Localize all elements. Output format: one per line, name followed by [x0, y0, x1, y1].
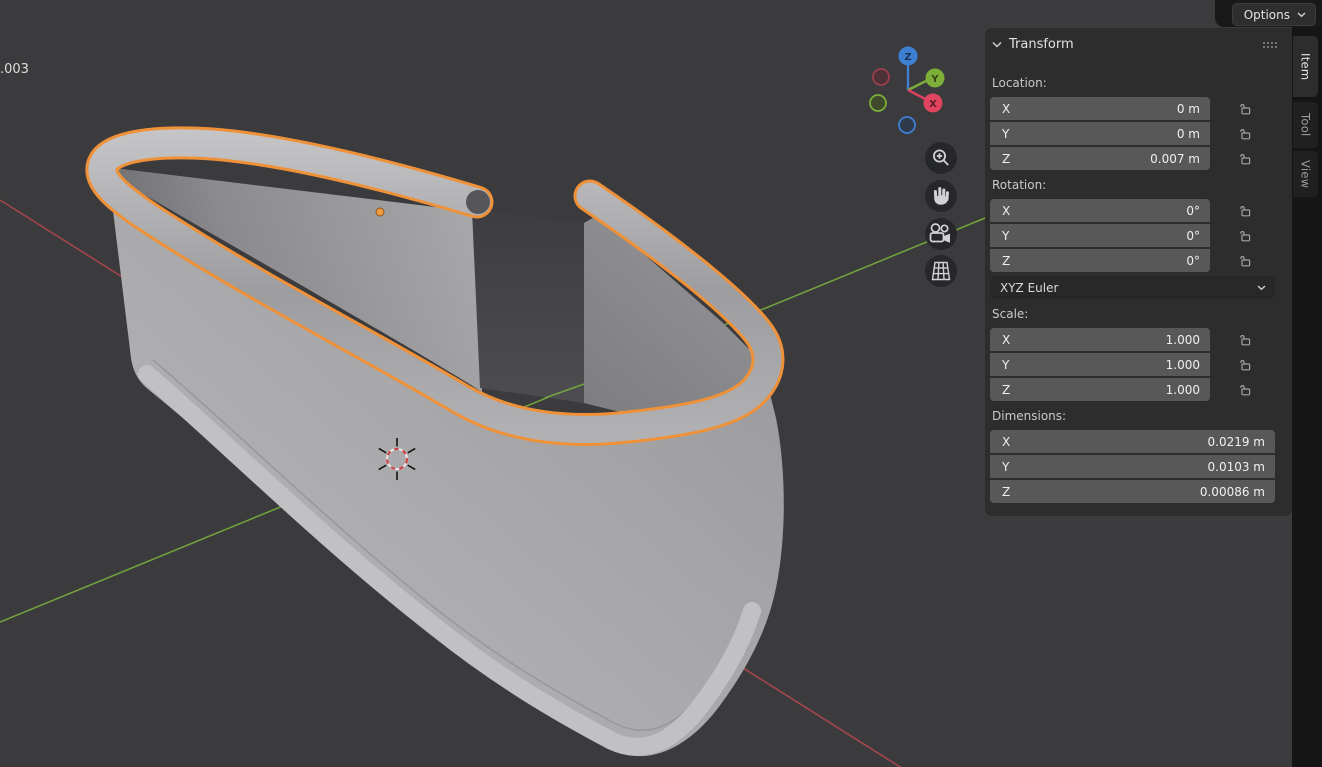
object-origin-dot [376, 208, 384, 216]
axis-label: Y [990, 460, 1009, 474]
options-button-label: Options [1244, 8, 1290, 22]
field-value: 0 m [1177, 102, 1210, 116]
location-z-field[interactable]: Z 0.007 m [990, 147, 1210, 170]
scale-z-field[interactable]: Z 1.000 [990, 378, 1210, 401]
location-x-field[interactable]: X 0 m [990, 97, 1210, 120]
camera-view-button[interactable] [925, 218, 957, 250]
rotation-mode-value: XYZ Euler [990, 281, 1058, 295]
axis-label: Z [990, 254, 1010, 268]
field-value: 0° [1186, 204, 1210, 218]
tab-item-label: Item [1299, 53, 1313, 80]
axis-label: Y [990, 229, 1009, 243]
viewport-nav-buttons [925, 142, 957, 287]
unlock-icon [1237, 332, 1252, 347]
axis-label: X [990, 435, 1010, 449]
panel-title: Transform [1009, 37, 1074, 52]
zoom-button[interactable] [925, 142, 957, 174]
scale-x-field[interactable]: X 1.000 [990, 328, 1210, 351]
transform-panel-header[interactable]: Transform [992, 37, 1074, 52]
dimensions-z-field[interactable]: Z 0.00086 m [990, 480, 1275, 503]
field-value: 0 m [1177, 127, 1210, 141]
chevron-down-icon [1297, 12, 1306, 18]
tab-tool[interactable]: Tool [1293, 102, 1318, 148]
tube-end-cap [466, 190, 490, 214]
gizmo-z-label: Z [904, 52, 911, 63]
chevron-down-icon [1257, 285, 1266, 291]
field-value: 0.0219 m [1208, 435, 1276, 449]
dimensions-section-label: Dimensions: [992, 409, 1066, 423]
axis-label: X [990, 204, 1010, 218]
scale-section-label: Scale: [992, 307, 1028, 321]
unlock-icon [1237, 151, 1252, 166]
field-value: 0.007 m [1150, 152, 1210, 166]
gizmo-y-label: Y [930, 74, 939, 85]
gizmo-neg-y-ball[interactable] [870, 95, 886, 111]
unlock-icon [1237, 382, 1252, 397]
field-value: 1.000 [1166, 333, 1210, 347]
field-value: 0° [1186, 229, 1210, 243]
field-value: 0° [1186, 254, 1210, 268]
axis-label: Z [990, 485, 1010, 499]
toggle-perspective-button[interactable] [925, 255, 957, 287]
slot-shadow-panel [472, 210, 584, 403]
rotation-section-label: Rotation: [992, 178, 1046, 192]
field-value: 1.000 [1166, 358, 1210, 372]
scale-z-lock[interactable] [1235, 378, 1253, 401]
tab-view-label: View [1299, 160, 1313, 189]
tab-view[interactable]: View [1293, 151, 1318, 197]
unlock-icon [1237, 203, 1252, 218]
axis-label: X [990, 333, 1010, 347]
unlock-icon [1237, 228, 1252, 243]
axis-label: Z [990, 383, 1010, 397]
sidebar-tab-column: Item Tool View [1292, 27, 1322, 767]
field-value: 0.00086 m [1200, 485, 1275, 499]
field-value: 0.0103 m [1208, 460, 1276, 474]
unlock-icon [1237, 357, 1252, 372]
location-y-field[interactable]: Y 0 m [990, 122, 1210, 145]
panel-collapse-chevron-icon[interactable] [992, 41, 1002, 48]
tab-tool-label: Tool [1299, 113, 1313, 137]
transform-panel: Transform Location: X 0 m Y 0 m Z 0.007 … [985, 28, 1292, 516]
pan-button[interactable] [925, 180, 957, 212]
dimensions-y-field[interactable]: Y 0.0103 m [990, 455, 1275, 478]
rotation-x-lock[interactable] [1235, 199, 1253, 222]
dimensions-x-field[interactable]: X 0.0219 m [990, 430, 1275, 453]
scale-y-field[interactable]: Y 1.000 [990, 353, 1210, 376]
orientation-gizmo[interactable]: Z Y X [870, 47, 945, 134]
gizmo-neg-x-ball[interactable] [873, 69, 889, 85]
unlock-icon [1237, 253, 1252, 268]
scale-x-lock[interactable] [1235, 328, 1253, 351]
unlock-icon [1237, 101, 1252, 116]
location-section-label: Location: [992, 76, 1047, 90]
gizmo-neg-z-ball[interactable] [899, 117, 915, 133]
unlock-icon [1237, 126, 1252, 141]
panel-drag-handle[interactable] [1263, 42, 1277, 48]
blender-viewport-screenshot: { "viewport": { "object_name": ".003", "… [0, 0, 1322, 767]
scale-y-lock[interactable] [1235, 353, 1253, 376]
field-value: 1.000 [1166, 383, 1210, 397]
rotation-z-field[interactable]: Z 0° [990, 249, 1210, 272]
tab-item[interactable]: Item [1293, 36, 1318, 97]
axis-label: Y [990, 127, 1009, 141]
rotation-y-field[interactable]: Y 0° [990, 224, 1210, 247]
axis-label: Y [990, 358, 1009, 372]
axis-label: X [990, 102, 1010, 116]
gizmo-x-label: X [929, 99, 937, 110]
rotation-z-lock[interactable] [1235, 249, 1253, 272]
rotation-x-field[interactable]: X 0° [990, 199, 1210, 222]
options-button[interactable]: Options [1232, 3, 1316, 26]
object-name-label: .003 [0, 62, 29, 77]
rotation-y-lock[interactable] [1235, 224, 1253, 247]
axis-label: Z [990, 152, 1010, 166]
rotation-mode-dropdown[interactable]: XYZ Euler [990, 276, 1275, 299]
location-x-lock[interactable] [1235, 97, 1253, 120]
location-z-lock[interactable] [1235, 147, 1253, 170]
viewport-header-strip: Options [1215, 0, 1322, 27]
location-y-lock[interactable] [1235, 122, 1253, 145]
